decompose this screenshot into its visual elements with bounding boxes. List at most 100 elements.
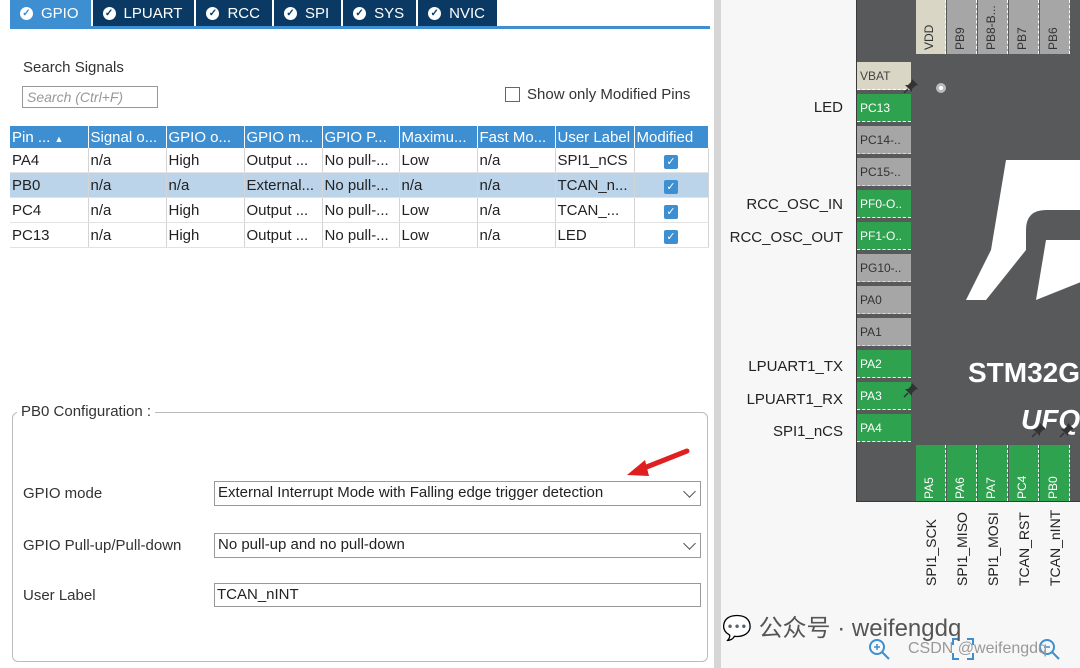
pin-top[interactable]: PB9 (947, 0, 977, 54)
gpio-mode-select[interactable]: External Interrupt Mode with Falling edg… (214, 481, 701, 506)
check-icon: ✓ (206, 6, 220, 20)
cell-fast-mode: n/a (477, 222, 556, 248)
pin-pf0[interactable]: PF0-O.. (857, 190, 911, 218)
cell-gpio-output: High (166, 148, 245, 173)
cell-modified[interactable]: ✓ (634, 172, 709, 198)
column-header-max-speed[interactable]: Maximu... (399, 126, 478, 148)
check-icon: ✓ (283, 6, 297, 20)
tab-nvic[interactable]: ✓ NVIC (418, 0, 497, 26)
pin-label-spi1-sck: SPI1_SCK (923, 519, 939, 586)
wechat-icon: 💬 (722, 615, 752, 642)
check-icon: ✓ (20, 6, 33, 20)
cell-user-label: TCAN_n... (555, 172, 635, 198)
tab-rcc[interactable]: ✓ RCC (196, 0, 272, 26)
cell-pin: PC13 (10, 222, 89, 248)
tab-sys[interactable]: ✓ SYS (343, 0, 417, 26)
pin-top[interactable]: VDD (916, 0, 946, 54)
search-input[interactable]: Search (Ctrl+F) (22, 86, 158, 108)
table-row[interactable]: PC13 n/a High Output ... No pull-... Low… (10, 222, 709, 248)
cell-max-speed: n/a (399, 172, 478, 198)
chevron-down-icon[interactable] (683, 537, 696, 550)
pin-pc13[interactable]: PC13 (857, 94, 911, 122)
cell-fast-mode: n/a (477, 197, 556, 223)
tab-label: RCC (227, 4, 260, 22)
tab-gpio[interactable]: ✓ GPIO (10, 0, 91, 26)
check-icon: ✓ (102, 6, 116, 20)
signals-table: Pin ... ▲ Signal o... GPIO o... GPIO m..… (10, 126, 709, 248)
pin-configuration-title: PB0 Configuration : (17, 403, 156, 420)
pin-top[interactable]: PB8-B... (978, 0, 1008, 54)
column-header-signal[interactable]: Signal o... (88, 126, 167, 148)
pin-pa1[interactable]: PA1 (857, 318, 911, 346)
check-icon: ✓ (353, 6, 367, 20)
column-header-modified[interactable]: Modified (634, 126, 709, 148)
pushpin-icon (903, 383, 918, 398)
tab-lpuart[interactable]: ✓ LPUART (92, 0, 195, 26)
modified-checkbox-icon[interactable]: ✓ (664, 179, 678, 194)
pin-pg10[interactable]: PG10-.. (857, 254, 911, 282)
column-header-fast-mode[interactable]: Fast Mo... (477, 126, 556, 148)
modified-checkbox-icon[interactable]: ✓ (664, 229, 678, 244)
modified-checkbox-icon[interactable]: ✓ (664, 154, 678, 169)
tab-label: GPIO (41, 4, 79, 22)
column-header-gpio-mode[interactable]: GPIO m... (244, 126, 323, 148)
pushpin-icon (1031, 423, 1046, 438)
cell-signal: n/a (88, 222, 167, 248)
column-header-user-label[interactable]: User Label (555, 126, 635, 148)
cell-gpio-mode: Output ... (244, 197, 323, 223)
pin-pa5[interactable]: PA5 (916, 445, 946, 501)
pin-pb0[interactable]: PB0 (1040, 445, 1070, 501)
chevron-down-icon[interactable] (683, 485, 696, 498)
pin-pc15[interactable]: PC15-.. (857, 158, 911, 186)
pin-pa2[interactable]: PA2 (857, 350, 911, 378)
pin-pa4[interactable]: PA4 (857, 414, 911, 442)
gpio-pull-value: No pull-up and no pull-down (218, 536, 405, 553)
table-row[interactable]: PA4 n/a High Output ... No pull-... Low … (10, 148, 709, 173)
pin-pa0[interactable]: PA0 (857, 286, 911, 314)
cell-signal: n/a (88, 148, 167, 173)
tab-label: NVIC (449, 4, 485, 22)
pin-label-led: LED (813, 99, 843, 116)
gpio-pull-label: GPIO Pull-up/Pull-down (23, 537, 182, 554)
pin-label-tcan-rst: TCAN_RST (1016, 512, 1032, 586)
cell-gpio-output: n/a (166, 172, 245, 198)
pin-top[interactable]: PB7 (1009, 0, 1039, 54)
column-header-gpio-output[interactable]: GPIO o... (166, 126, 245, 148)
table-row[interactable]: PB0 n/a n/a External... No pull-... n/a … (10, 172, 709, 198)
tab-underline (10, 26, 710, 29)
show-modified-checkbox[interactable]: Show only Modified Pins (505, 86, 690, 103)
column-header-gpio-pull[interactable]: GPIO P... (322, 126, 400, 148)
column-header-pin[interactable]: Pin ... ▲ (10, 126, 89, 148)
table-row[interactable]: PC4 n/a High Output ... No pull-... Low … (10, 197, 709, 223)
user-label-label: User Label (23, 587, 96, 604)
csdn-watermark: CSDN @weifengdq (908, 640, 1047, 657)
cell-modified[interactable]: ✓ (634, 148, 709, 173)
cell-gpio-output: High (166, 197, 245, 223)
cell-modified[interactable]: ✓ (634, 222, 709, 248)
pin-pa7[interactable]: PA7 (978, 445, 1008, 501)
pin-label-spi1-mosi: SPI1_MOSI (985, 512, 1001, 586)
cell-gpio-mode: Output ... (244, 148, 323, 173)
pushpin-icon (1059, 423, 1074, 438)
modified-checkbox-icon[interactable]: ✓ (664, 204, 678, 219)
cell-max-speed: Low (399, 197, 478, 223)
wechat-watermark: 💬 公众号 · weifengdq (722, 608, 961, 643)
pin-top[interactable]: PB6 (1040, 0, 1070, 54)
pin-pc4[interactable]: PC4 (1009, 445, 1039, 501)
checkbox-box[interactable] (505, 87, 520, 102)
tab-label: LPUART (123, 4, 183, 22)
pin-pa6[interactable]: PA6 (947, 445, 977, 501)
gear-icon (936, 83, 946, 93)
chip-name: STM32G (968, 357, 1080, 388)
user-label-input[interactable]: TCAN_nINT (214, 583, 701, 607)
show-modified-label: Show only Modified Pins (527, 86, 691, 103)
gpio-pull-select[interactable]: No pull-up and no pull-down (214, 533, 701, 558)
cell-gpio-mode: External... (244, 172, 323, 198)
pin-pf1[interactable]: PF1-O.. (857, 222, 911, 250)
cell-modified[interactable]: ✓ (634, 197, 709, 223)
tab-spi[interactable]: ✓ SPI (273, 0, 342, 26)
pin-pc14[interactable]: PC14-.. (857, 126, 911, 154)
red-arrow-icon (627, 448, 690, 476)
panel-splitter[interactable] (714, 0, 721, 668)
gpio-mode-value: External Interrupt Mode with Falling edg… (218, 484, 604, 501)
